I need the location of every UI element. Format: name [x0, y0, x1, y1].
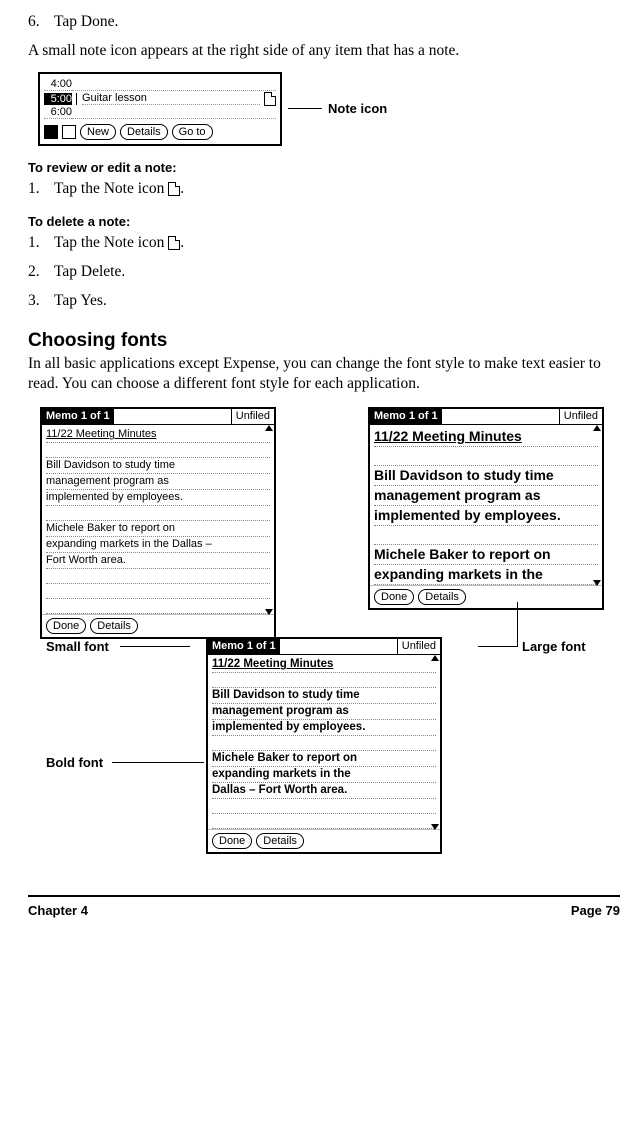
view-icon [44, 125, 58, 139]
review-step-1-num: 1. [28, 179, 46, 200]
memo-category: Unfiled [231, 409, 274, 425]
choosing-fonts-paragraph: In all basic applications except Expense… [28, 354, 620, 396]
heading-delete-note: To delete a note: [28, 214, 620, 229]
font-gallery: Memo 1 of 1 Unfiled 11/22 Meeting Minute… [28, 407, 620, 887]
delete-step-3: 3. Tap Yes. [28, 291, 620, 312]
scroll-down-icon [265, 609, 273, 615]
review-step-1: 1. Tap the Note icon . [28, 179, 620, 200]
time-600: 6:00 [44, 106, 72, 119]
view-icon-2 [62, 125, 76, 139]
done-button: Done [46, 618, 86, 634]
label-bold-font: Bold font [46, 755, 103, 770]
memo-large-font: Memo 1 of 1 Unfiled 11/22 Meeting Minute… [368, 407, 604, 610]
leader-large-v [517, 602, 518, 646]
goto-button: Go to [172, 124, 213, 140]
details-button: Details [90, 618, 138, 634]
time-500: 5:00 [44, 93, 72, 105]
scrollbar [431, 655, 439, 830]
palm-daybook-screenshot: 4:00 5:00 Guitar lesson 6:00 New Details… [38, 72, 282, 146]
label-small-font: Small font [46, 639, 109, 654]
delete-step-2: 2. Tap Delete. [28, 262, 620, 283]
note-icon-paragraph: A small note icon appears at the right s… [28, 41, 620, 62]
note-icon-inline [168, 182, 180, 196]
new-button: New [80, 124, 116, 140]
leader-bold [112, 762, 204, 763]
time-400: 4:00 [44, 78, 72, 91]
leader-large [478, 646, 518, 647]
footer-page: Page 79 [571, 903, 620, 918]
note-icon-callout: Note icon [328, 101, 387, 116]
note-icon [264, 92, 276, 106]
scrollbar [265, 425, 273, 615]
page-footer: Chapter 4 Page 79 [28, 895, 620, 932]
memo-small-font: Memo 1 of 1 Unfiled 11/22 Meeting Minute… [40, 407, 276, 639]
event-text: Guitar lesson [82, 92, 147, 104]
scroll-down-icon [593, 580, 601, 586]
scroll-up-icon [431, 655, 439, 661]
heading-choosing-fonts: Choosing fonts [28, 330, 620, 352]
scroll-down-icon [431, 824, 439, 830]
step-6-text: Tap Done. [54, 12, 118, 33]
heading-review-note: To review or edit a note: [28, 160, 620, 175]
memo-bold-font: Memo 1 of 1 Unfiled 11/22 Meeting Minute… [206, 637, 442, 854]
review-step-1-text: Tap the Note icon . [54, 179, 184, 200]
label-large-font: Large font [522, 639, 586, 654]
scroll-up-icon [593, 425, 601, 431]
note-icon-figure: 4:00 5:00 Guitar lesson 6:00 New Details… [38, 72, 620, 146]
scroll-up-icon [265, 425, 273, 431]
details-button: Details [120, 124, 168, 140]
step-6: 6. Tap Done. [28, 12, 620, 33]
memo-title: Memo 1 of 1 [42, 409, 114, 425]
delete-step-1: 1. Tap the Note icon . [28, 233, 620, 254]
scrollbar [593, 425, 601, 586]
callout-leader [288, 108, 322, 109]
footer-chapter: Chapter 4 [28, 903, 88, 918]
note-icon-inline-2 [168, 236, 180, 250]
leader-small [120, 646, 190, 647]
step-6-num: 6. [28, 12, 46, 33]
